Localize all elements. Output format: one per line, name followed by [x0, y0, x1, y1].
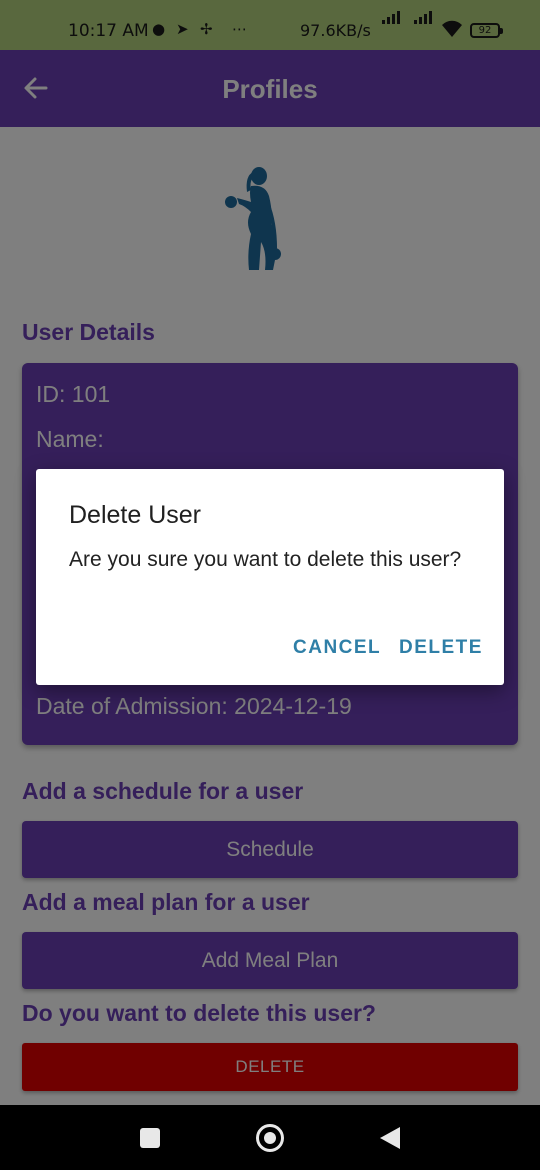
recents-square-icon[interactable] — [140, 1128, 160, 1148]
system-nav-bar — [0, 1105, 540, 1170]
dialog-message: Are you sure you want to delete this use… — [69, 548, 462, 571]
dialog-delete-button[interactable]: DELETE — [399, 637, 483, 659]
back-triangle-icon[interactable] — [380, 1127, 400, 1149]
dialog-title: Delete User — [69, 501, 201, 529]
home-circle-icon[interactable] — [256, 1124, 284, 1152]
delete-user-dialog: Delete User Are you sure you want to del… — [36, 469, 504, 685]
dialog-cancel-button[interactable]: CANCEL — [293, 637, 381, 659]
